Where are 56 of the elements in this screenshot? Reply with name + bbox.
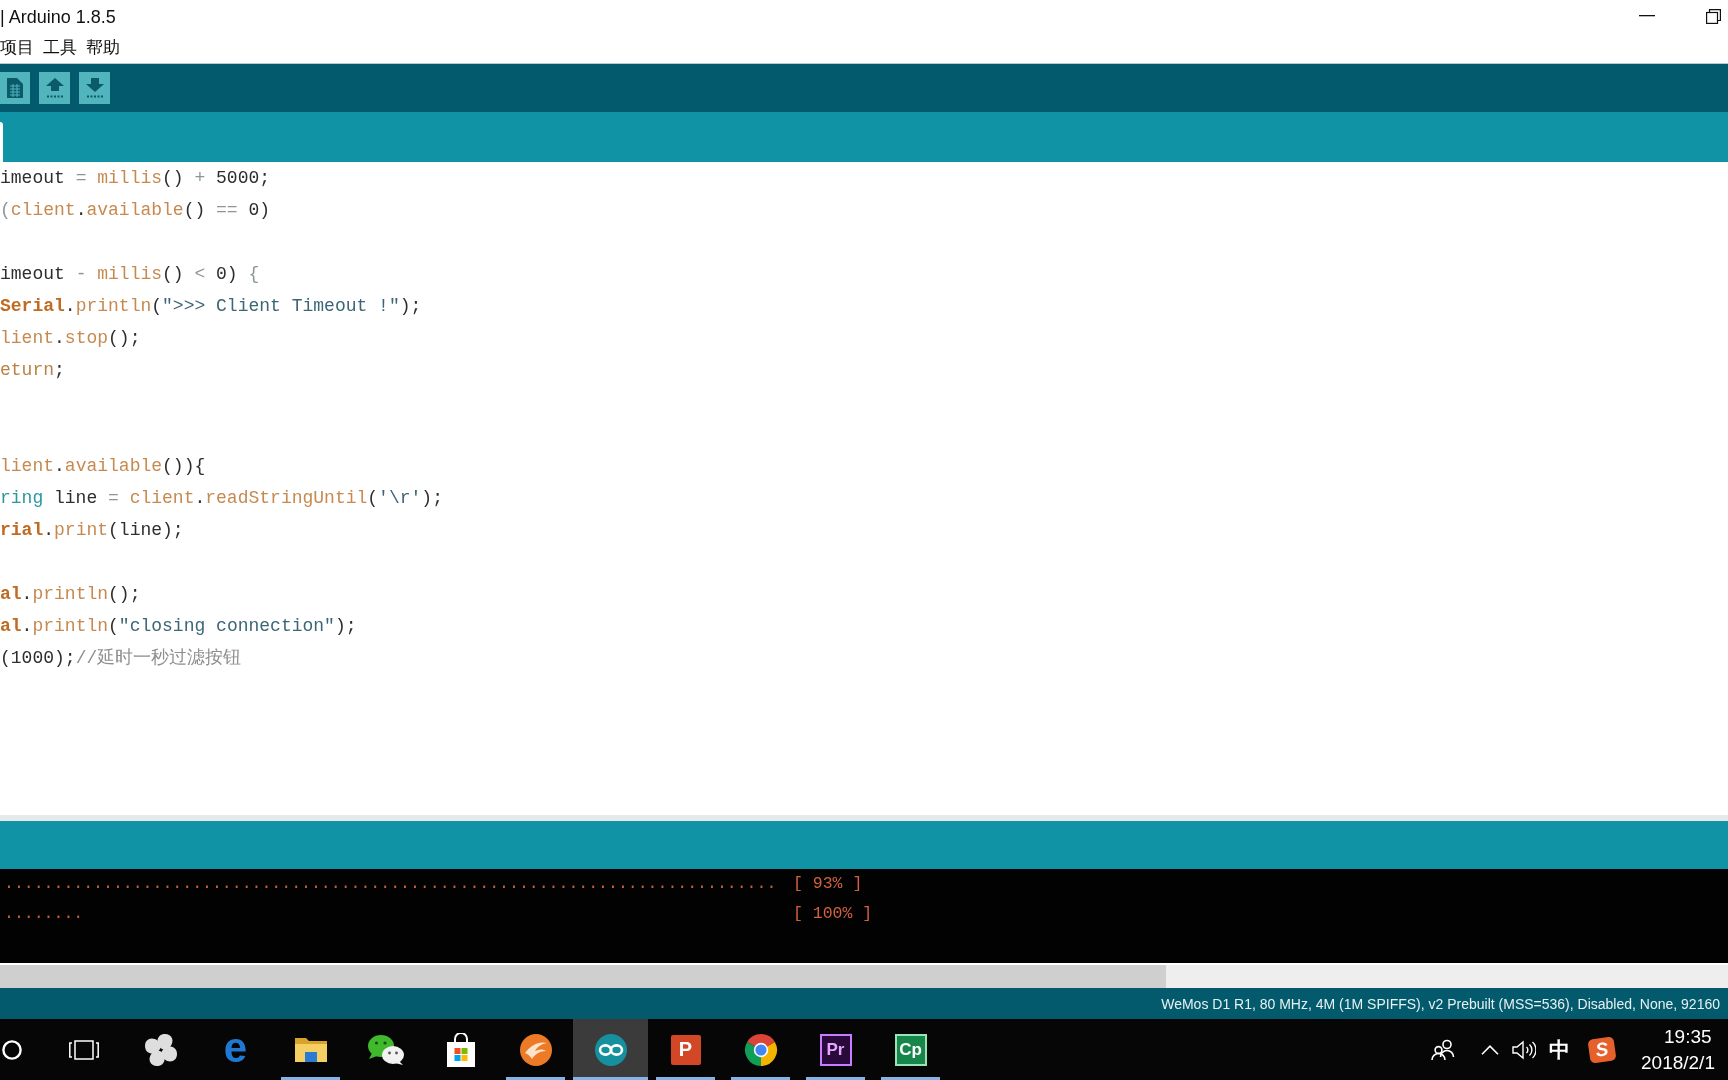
restore-icon bbox=[1705, 8, 1721, 24]
progress-dots: .............................................................................. bbox=[3, 873, 777, 895]
scrollbar-track[interactable] bbox=[0, 965, 1728, 988]
up-arrow-icon bbox=[45, 78, 64, 98]
open-button[interactable] bbox=[39, 72, 70, 104]
segmented-circle-icon bbox=[743, 1032, 778, 1067]
chat-bubbles-icon bbox=[366, 1033, 405, 1066]
menu-item[interactable]: 帮助 bbox=[86, 36, 120, 59]
taskbar-button[interactable]: e bbox=[198, 1019, 273, 1080]
taskbar-button[interactable]: Pr bbox=[798, 1019, 873, 1080]
down-arrow-icon bbox=[85, 78, 104, 98]
code-line: Serial.println(">>> Client Timeout !"); bbox=[0, 295, 422, 318]
new-button[interactable] bbox=[0, 72, 30, 104]
window-title: | Arduino 1.8.5 bbox=[0, 5, 116, 28]
taskbar-button[interactable] bbox=[573, 1019, 648, 1080]
code-line: imeout - millis() < 0) { bbox=[0, 263, 260, 286]
progress-percent: [ 100% ] bbox=[793, 903, 873, 925]
code-line: imeout = millis() + 5000; bbox=[0, 167, 271, 190]
people-icon bbox=[1431, 1038, 1455, 1061]
code-line: lient.stop(); bbox=[0, 327, 141, 350]
code-line: al.println(); bbox=[0, 583, 141, 606]
shopping-bag-icon bbox=[444, 1032, 477, 1067]
clock-time: 19:35 bbox=[1664, 1024, 1712, 1049]
code-line: rial.print(line); bbox=[0, 519, 184, 542]
app-logo: Cp bbox=[894, 1033, 927, 1066]
scrollbar-thumb[interactable] bbox=[0, 965, 1166, 988]
board-info: WeMos D1 R1, 80 MHz, 4M (1M SPIFFS), v2 Prebuilt (MSS=536), Disabled, None, 92160 bbox=[1161, 995, 1721, 1012]
pinwheel-icon bbox=[143, 1032, 178, 1067]
document-icon bbox=[7, 78, 23, 98]
app-logo: P bbox=[670, 1034, 701, 1065]
folder-icon bbox=[293, 1035, 328, 1064]
menu-item[interactable]: 工具 bbox=[43, 36, 77, 59]
code-line: (client.available() == 0) bbox=[0, 199, 271, 222]
minimize-icon bbox=[1639, 15, 1655, 17]
swoosh-icon bbox=[518, 1032, 553, 1067]
task-view-icon bbox=[69, 1039, 99, 1060]
code-line: al.println("closing connection"); bbox=[0, 615, 357, 638]
ring-icon bbox=[2, 1039, 22, 1060]
code-line: lient.available()){ bbox=[0, 455, 206, 478]
infinity-icon bbox=[593, 1032, 628, 1067]
volume-icon bbox=[1512, 1039, 1536, 1060]
app-logo: Pr bbox=[819, 1033, 852, 1066]
app-logo: e bbox=[223, 1029, 248, 1070]
clock[interactable]: 19:35 2018/2/1 bbox=[1641, 1023, 1728, 1076]
taskbar-button[interactable]: P bbox=[648, 1019, 723, 1080]
save-button[interactable] bbox=[79, 72, 110, 104]
taskbar-button[interactable]: Cp bbox=[873, 1019, 948, 1080]
progress-percent: [ 93% ] bbox=[793, 873, 863, 895]
input-mode-indicator[interactable]: 中 bbox=[1541, 1029, 1577, 1070]
menu-item[interactable]: 项目 bbox=[0, 36, 34, 59]
code-line: (1000);//延时一秒过滤按钮 bbox=[0, 647, 242, 670]
chevron-up-icon bbox=[1481, 1044, 1499, 1055]
code-line: ring line = client.readStringUntil('\r'); bbox=[0, 487, 443, 510]
clock-date: 2018/2/1 bbox=[1641, 1050, 1715, 1075]
progress-dots: ........ bbox=[3, 903, 84, 925]
code-line: eturn; bbox=[0, 359, 65, 382]
